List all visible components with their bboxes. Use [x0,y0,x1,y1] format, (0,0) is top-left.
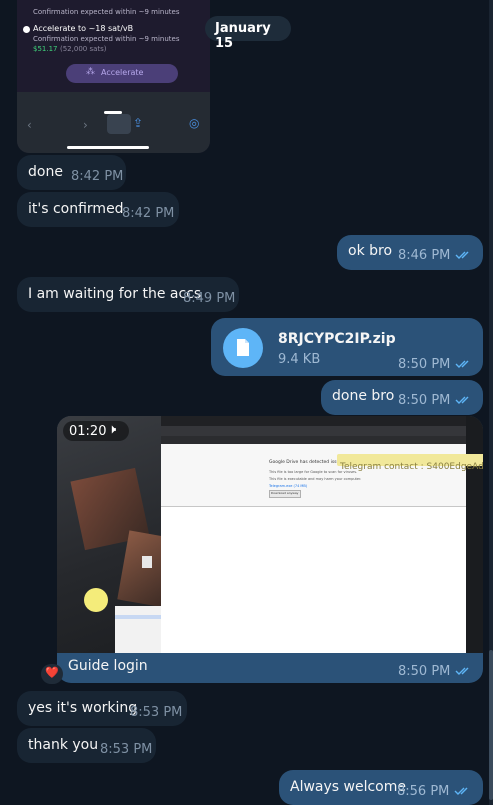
radio-icon[interactable] [23,26,30,33]
message-time: 8:53 PM [100,742,153,757]
forwarded-screenshot[interactable]: Confirmation expected within ~9 minutes … [17,0,210,153]
file-message[interactable]: 8RJCYPC2IP.zip 9.4 KB 8:50 PM [211,318,483,376]
video-caption: Guide login [68,658,148,674]
accelerate-button-label: Accelerate [101,68,144,77]
message-time: 8:46 PM [398,248,451,263]
message-time: 8:53 PM [130,705,183,720]
reaction-badge[interactable]: ❤️ [41,664,63,684]
message-time: 8:42 PM [122,206,175,221]
message-text: I am waiting for the accs [28,286,202,302]
message-outgoing[interactable]: ok bro 8:46 PM [337,235,483,270]
message-outgoing[interactable]: Always welcome 8:56 PM [279,770,483,805]
browser-window: Google Drive has detected issues with yo… [161,416,466,653]
muted-speaker-icon[interactable]: 🕨 [108,422,116,437]
message-text: ok bro [348,243,393,259]
message-incoming[interactable]: thank you 8:53 PM [17,728,156,763]
browser-tabbar [161,416,466,426]
accelerate-option-label: Accelerate to ~18 sat/vB [33,24,134,33]
drive-file-link: Telegram.exe (74 MB) [269,484,308,488]
message-incoming[interactable]: I am waiting for the accs 8:49 PM [17,277,239,312]
desktop-file-icon [142,556,152,568]
message-incoming[interactable]: it's confirmed 8:42 PM [17,192,179,227]
watermark-text: Telegram contact : S400EdgeAdmin [340,462,483,472]
date-chip: January 15 [205,16,291,51]
drive-warning-line: This file is executable and may harm you… [269,477,362,481]
home-indicator [67,146,149,149]
watermark-label: Telegram contact : S400EdgeAdmin [337,454,483,472]
forward-icon[interactable]: › [83,118,88,132]
message-time: 8:56 PM [397,784,450,799]
browser-bar: ‹ › ⇪ ◎ [17,92,210,153]
compass-icon[interactable]: ◎ [189,116,199,130]
message-time: 8:49 PM [183,291,236,306]
download-anyway-button: Download anyway [269,490,301,498]
blurred-area [107,114,131,134]
video-dark-edge [466,416,483,653]
file-size: 9.4 KB [278,352,321,367]
file-download-button[interactable] [223,328,263,368]
message-text: done [28,164,63,180]
message-incoming[interactable]: yes it's working 8:53 PM [17,691,187,726]
video-thumbnail[interactable]: Google Drive has detected issues with yo… [57,416,483,653]
message-time: 8:50 PM [398,393,451,408]
white-indicator [104,111,122,114]
accelerate-sats: (52,000 sats) [60,45,107,53]
browser-divider [161,506,466,507]
message-text: yes it's working [28,700,138,716]
message-incoming[interactable]: done 8:42 PM [17,155,126,190]
message-time: 8:50 PM [398,664,451,679]
chat-scrollbar-thumb[interactable] [489,650,493,800]
message-text: done bro [332,388,395,404]
file-name: 8RJCYPC2IP.zip [278,331,396,347]
message-time: 8:50 PM [398,357,451,372]
read-checkmarks-icon [455,251,469,259]
video-duration-badge: 01:20 🕨 [63,421,129,441]
heart-reaction-icon: ❤️ [45,666,59,679]
read-checkmarks-icon [455,667,469,675]
video-duration: 01:20 [69,424,107,439]
message-text: thank you [28,737,99,753]
accelerate-button[interactable]: ⁂ Accelerate [66,64,178,83]
video-message[interactable]: Google Drive has detected issues with yo… [57,416,483,683]
confirmation-line: Confirmation expected within ~9 minutes [33,8,180,16]
share-icon[interactable]: ⇪ [133,116,143,130]
accelerate-price: $51.17 [33,45,58,53]
accelerate-option-sub: Confirmation expected within ~9 minutes [33,35,180,43]
sparkle-icon: ⁂ [86,67,95,77]
date-chip-label: January 15 [215,21,271,51]
small-window [115,606,161,653]
browser-bookmarks [161,436,466,444]
cursor-highlight-icon [84,588,108,612]
read-checkmarks-icon [455,360,469,368]
message-outgoing[interactable]: done bro 8:50 PM [321,380,483,415]
message-text: it's confirmed [28,201,124,217]
browser-addressbar [161,426,466,436]
message-text: Always welcome [290,779,406,795]
read-checkmarks-icon [455,396,469,404]
message-time: 8:42 PM [71,169,124,184]
document-icon [237,339,249,356]
back-icon[interactable]: ‹ [27,118,32,132]
read-checkmarks-icon [454,787,468,795]
